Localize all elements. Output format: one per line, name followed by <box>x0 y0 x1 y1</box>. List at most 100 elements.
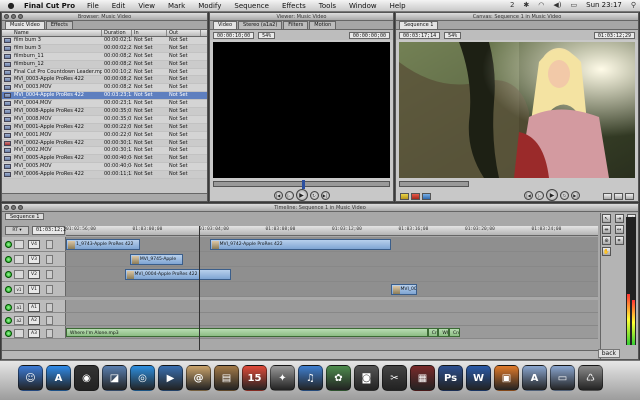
facetime-icon[interactable]: ▶ <box>158 365 183 391</box>
timeline-playhead[interactable] <box>199 226 200 351</box>
column-duration[interactable]: Duration <box>102 30 132 36</box>
menu-effects[interactable]: Effects <box>282 2 306 10</box>
viewer-scrubber[interactable] <box>213 180 390 189</box>
browser-titlebar[interactable]: Browser: Music Video <box>2 13 207 21</box>
browser-row[interactable]: film bum 3 00:00:02;23 Not Set Not Set <box>2 44 207 53</box>
menu-edit[interactable]: Edit <box>112 2 126 10</box>
track-visibility-icon[interactable] <box>5 286 12 293</box>
next-edit-button[interactable]: ▶| <box>320 190 330 200</box>
viewer-current-timecode[interactable]: 00:00:00;00 <box>348 31 390 39</box>
timeline-clip[interactable]: MVI_000 <box>390 284 418 295</box>
tab-stereo[interactable]: Stereo (a1a2) <box>238 21 283 29</box>
viewer-video-display[interactable] <box>213 42 390 178</box>
trash-icon[interactable]: ♺ <box>578 365 603 391</box>
canvas-titlebar[interactable]: Canvas: Sequence 1 in Music Video <box>396 13 638 21</box>
timeline-clip[interactable]: 1_9743-Apple ProRes 422 <box>66 239 141 250</box>
itunes-icon[interactable]: ♫ <box>298 365 323 391</box>
viewer-zoom[interactable]: 54% <box>258 31 276 39</box>
track-source-patch[interactable] <box>14 270 24 279</box>
contacts-icon[interactable]: @ <box>186 365 211 391</box>
mark-in-button[interactable] <box>603 193 612 200</box>
canvas-next-edit-button[interactable]: ▶| <box>571 190 580 200</box>
app-menu[interactable]: Final Cut Pro <box>24 2 75 10</box>
browser-row[interactable]: MVI_0006-Apple ProRes 422 00:00:11;12 Not … <box>2 171 207 180</box>
previous-edit-button[interactable]: |◀ <box>273 190 283 200</box>
hand-tool-icon[interactable]: ✋ <box>602 247 611 256</box>
overwrite-edit-button[interactable] <box>411 193 420 200</box>
apple-menu-icon[interactable]: ● <box>6 1 16 10</box>
dashboard-icon[interactable]: ◉ <box>74 365 99 391</box>
browser-row[interactable]: Final Cut Pro Countdown Leader.mp4 00:00:… <box>2 69 207 77</box>
browser-row[interactable]: filmburn_12 00:00:08;23 Not Set Not Set <box>2 60 207 69</box>
tab-filters[interactable]: Filters <box>283 21 309 29</box>
track-visibility-icon[interactable] <box>5 330 12 337</box>
track-name[interactable]: V4 <box>28 240 40 249</box>
selection-tool-icon[interactable]: ↖ <box>602 214 611 223</box>
menu-sequence[interactable]: Sequence <box>234 2 269 10</box>
play-button[interactable]: ▶ <box>295 189 308 201</box>
viewer-titlebar[interactable]: Viewer: Music Video <box>210 13 393 21</box>
status-menu-number[interactable]: 2 <box>510 1 514 9</box>
browser-row[interactable]: MVI_0001-Apple ProRes 422 00:00:22;01 Not … <box>2 123 207 132</box>
tab-sequence-1[interactable]: Sequence 1 <box>399 21 439 29</box>
browser-row[interactable]: MVI_0004.MOV 00:00:23;13 Not Set Not Set <box>2 100 207 109</box>
timeline-clip[interactable]: Cro <box>427 328 439 337</box>
track-source-patch[interactable]: v1 <box>14 285 24 294</box>
tab-music-video[interactable]: Music Video <box>5 21 45 29</box>
canvas-play-around-button[interactable]: ↻ <box>560 190 569 200</box>
track-source-patch[interactable] <box>14 329 24 338</box>
timeline-sequence-tab[interactable]: Sequence 1 <box>5 213 45 220</box>
track-name[interactable]: A1 <box>28 303 40 312</box>
tab-effects[interactable]: Effects <box>45 21 73 29</box>
timeline-ruler[interactable]: 01:02:56;00 01:03:00;00 01:03:04;00 01:03:0… <box>66 226 598 236</box>
canvas-zoom[interactable]: 54% <box>444 31 462 39</box>
track-name[interactable]: V1 <box>28 285 40 294</box>
photobooth-icon[interactable]: ✦ <box>270 365 295 391</box>
insert-edit-button[interactable] <box>400 193 409 200</box>
play-in-out-button[interactable]: ▷ <box>284 190 294 200</box>
menu-modify[interactable]: Modify <box>198 2 221 10</box>
track-source-patch[interactable] <box>14 255 24 264</box>
battery-icon[interactable]: ▭ <box>571 1 578 9</box>
crop-tool-icon[interactable]: ⌗ <box>614 236 624 245</box>
browser-row[interactable]: MVI_0003.MOV 00:00:08;23 Not Set Not Set <box>2 84 207 93</box>
canvas-current-timecode[interactable]: 01:03:12;29 <box>593 31 635 39</box>
track-visibility-icon[interactable] <box>5 256 12 263</box>
track-lock-icon[interactable] <box>46 240 53 249</box>
menu-tools[interactable]: Tools <box>319 2 336 10</box>
track-name[interactable]: V3 <box>28 255 40 264</box>
timeline-clip[interactable]: Wh <box>438 328 450 337</box>
column-in[interactable]: In <box>132 30 167 36</box>
canvas-shuttle[interactable] <box>399 181 469 187</box>
roll-tool-icon[interactable]: ⇹ <box>602 225 611 234</box>
frame-icon[interactable]: ▣ <box>494 365 519 391</box>
slip-tool-icon[interactable]: ↔ <box>614 225 624 234</box>
compressor-icon[interactable]: ▦ <box>410 365 435 391</box>
canvas-duration-timecode[interactable]: 00:03:17;14 <box>399 31 441 39</box>
preview-icon[interactable]: ◪ <box>102 365 127 391</box>
track-lock-icon[interactable] <box>46 255 53 264</box>
edit-select-tool-icon[interactable]: ⇥ <box>614 214 624 223</box>
browser-row[interactable]: MVI_0004-Apple ProRes 422 00:03:23;13 Not … <box>2 92 207 101</box>
track-name[interactable]: A2 <box>28 316 40 325</box>
viewer-playhead[interactable] <box>301 180 305 189</box>
word-icon[interactable]: W <box>466 365 491 391</box>
track-lock-icon[interactable] <box>46 270 53 279</box>
track-visibility-icon[interactable] <box>5 271 12 278</box>
iphoto-icon[interactable]: ✿ <box>326 365 351 391</box>
appstore-icon[interactable]: A <box>46 365 71 391</box>
ical-icon[interactable]: 15 <box>242 365 267 391</box>
browser-row[interactable]: MVI_0002-Apple ProRes 422 00:00:30;12 Not … <box>2 139 207 148</box>
track-name[interactable]: V2 <box>28 270 40 279</box>
browser-row[interactable]: MVI_0005-Apple ProRes 422 00:00:40;04 Not … <box>2 155 207 164</box>
track-name[interactable]: A3 <box>28 329 40 338</box>
timeline-clip[interactable]: Where I'm Alone.mp3 <box>66 328 428 337</box>
track-lock-icon[interactable] <box>46 316 53 325</box>
canvas-video-frame[interactable] <box>399 42 635 178</box>
finalcut-icon[interactable]: ✂ <box>382 365 407 391</box>
track-visibility-icon[interactable] <box>5 304 12 311</box>
zoom-tool-icon[interactable]: ⊕ <box>602 236 611 245</box>
column-name[interactable]: Name <box>12 30 102 36</box>
menu-window[interactable]: Window <box>349 2 377 10</box>
mark-out-button[interactable] <box>614 193 623 200</box>
